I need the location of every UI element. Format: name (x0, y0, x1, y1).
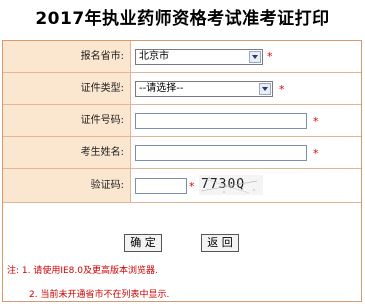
note-line-1: 注: 1. 请使用IE8.0及更高版本浏览器. (7, 266, 158, 276)
required-mark: * (313, 147, 319, 160)
form-row-id-number: 证件号码: * (3, 105, 361, 137)
province-select-value: 北京市 (139, 51, 169, 62)
required-mark: * (279, 83, 285, 96)
captcha-input[interactable] (135, 178, 187, 194)
back-button[interactable]: 返 回 (201, 234, 239, 252)
province-select[interactable]: 北京市 (135, 49, 263, 65)
page-title: 2017年执业药师资格考试准考证打印 (35, 9, 330, 29)
captcha-image[interactable]: 7730Q (199, 175, 263, 195)
id-type-select[interactable]: --请选择-- (135, 81, 273, 97)
required-mark: * (267, 50, 273, 63)
captcha-label: 验证码: (3, 169, 131, 202)
name-input[interactable] (135, 145, 307, 161)
id-number-label: 证件号码: (3, 105, 131, 136)
form-row-province: 报名省市: 北京市 * (3, 41, 361, 73)
captcha-noise (200, 177, 258, 194)
required-mark: * (189, 180, 195, 193)
name-label: 考生姓名: (3, 137, 131, 168)
required-mark: * (313, 115, 319, 128)
id-type-select-value: --请选择-- (139, 83, 184, 94)
form-row-name: 考生姓名: * (3, 137, 361, 169)
id-number-input[interactable] (135, 113, 307, 129)
chevron-down-icon[interactable] (259, 83, 271, 95)
chevron-down-icon[interactable] (249, 51, 261, 63)
form-row-id-type: 证件类型: --请选择-- * (3, 73, 361, 105)
form-row-captcha: 验证码: * 7730Q (3, 169, 361, 203)
note-line-2: 2. 当前未开通省市不在列表中显示. (29, 290, 170, 300)
ticket-print-form: 报名省市: 北京市 * 证件类型: --请选择-- * 证件号码: * 考生姓名… (2, 40, 362, 302)
confirm-button[interactable]: 确 定 (124, 234, 162, 252)
province-label: 报名省市: (3, 41, 131, 72)
id-type-label: 证件类型: (3, 73, 131, 104)
